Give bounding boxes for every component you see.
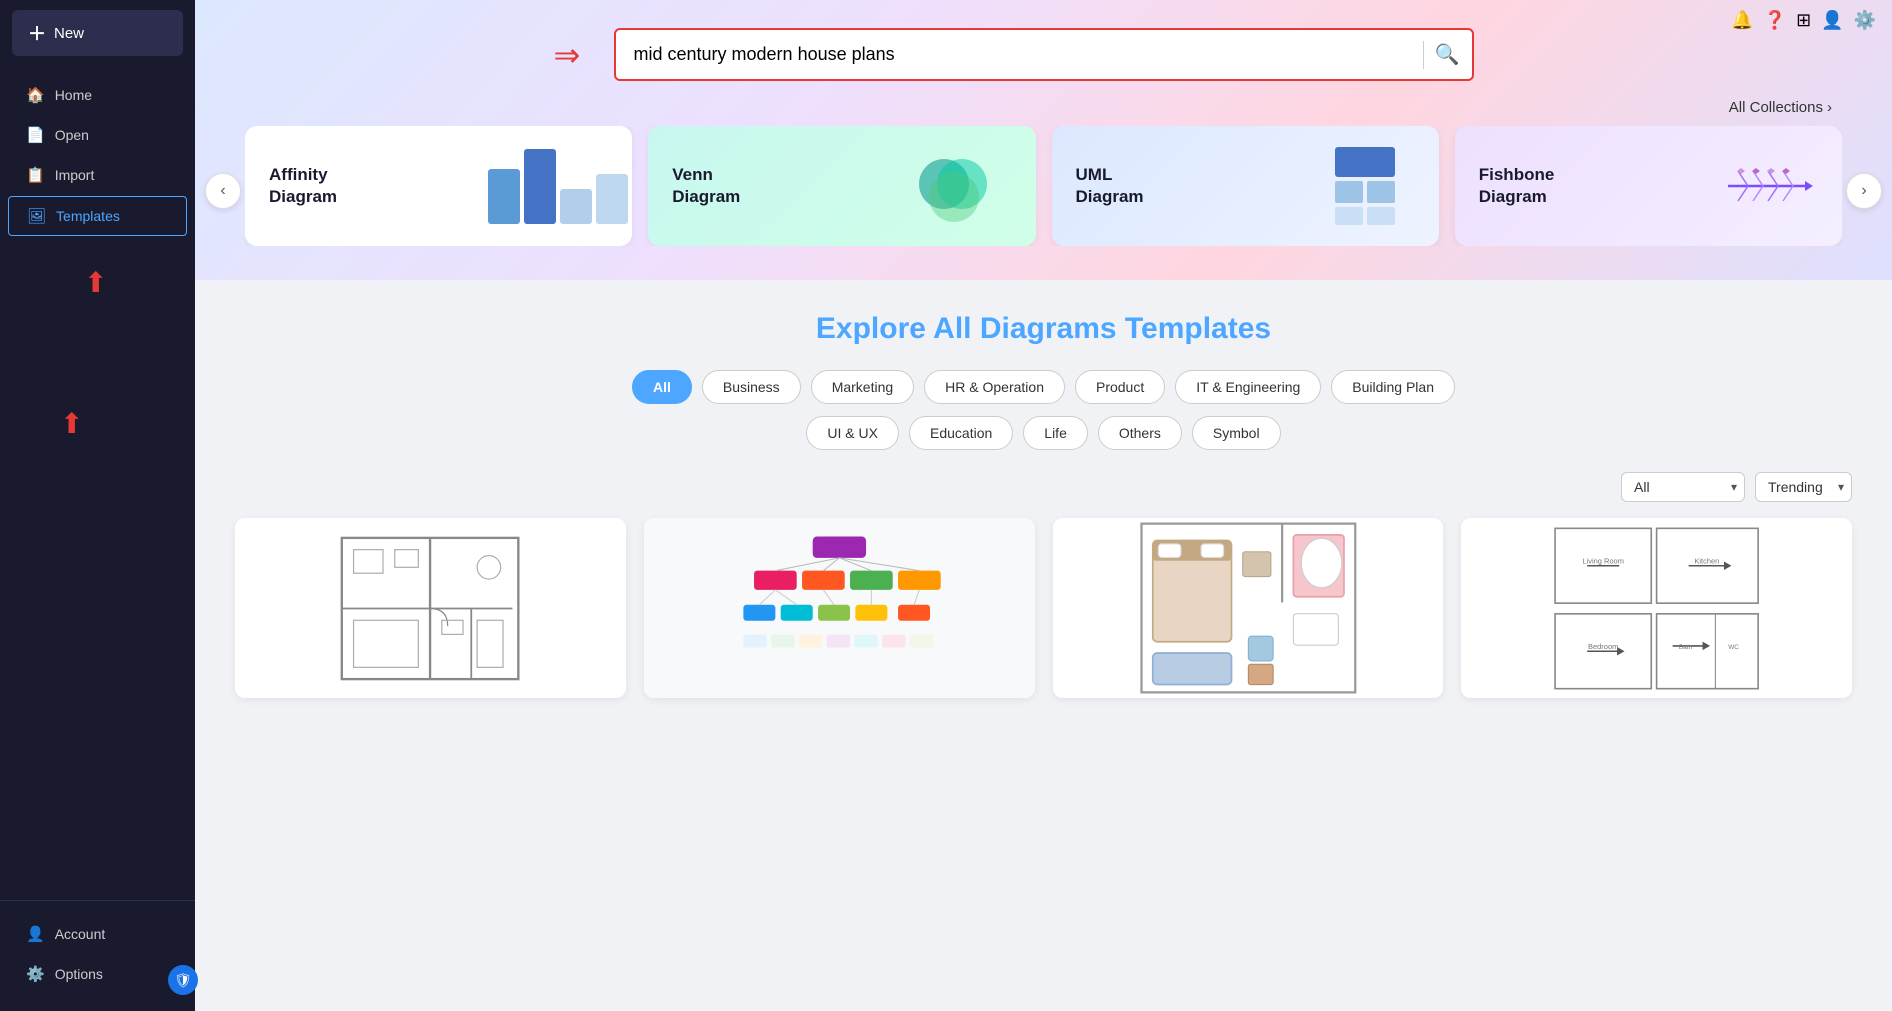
filter-building[interactable]: Building Plan [1331, 370, 1455, 404]
svg-text:Kitchen: Kitchen [1694, 556, 1719, 565]
template-thumb-4-inner: Living Room Kitchen Bedroom Bath WC [1461, 518, 1852, 698]
all-collections-link[interactable]: All Collections › [1729, 99, 1832, 116]
explore-section: Explore All Diagrams Templates All Busin… [195, 280, 1892, 718]
options-icon: ⚙️ [26, 965, 45, 983]
account-icon: 👤 [26, 925, 45, 943]
home-icon: 🏠 [26, 86, 45, 104]
sidebar-home-label: Home [55, 87, 92, 103]
new-button[interactable]: ＋ New [12, 10, 183, 56]
main-content: 🔔 ❓ ⊞ 👤 ⚙️ ⇒ 🔍 All Collections › ‹ [195, 0, 1892, 1011]
carousel-prev-button[interactable]: ‹ [205, 173, 241, 209]
filter-others[interactable]: Others [1098, 416, 1182, 450]
filter-row-1: All Business Marketing HR & Operation Pr… [235, 370, 1852, 404]
sidebar-templates-label: Templates [56, 208, 120, 224]
filter-life[interactable]: Life [1023, 416, 1088, 450]
venn-image [912, 146, 1012, 226]
affinity-image [508, 146, 608, 226]
svg-text:Bath: Bath [1679, 644, 1693, 651]
explore-title-plain: Explore [816, 312, 933, 345]
new-label: New [54, 25, 84, 42]
carousel-next-button[interactable]: › [1846, 173, 1882, 209]
venn-label: VennDiagram [672, 164, 740, 208]
template-card-uml[interactable]: UMLDiagram [1052, 126, 1439, 246]
sidebar-options-label: Options [55, 966, 103, 982]
filter-symbol[interactable]: Symbol [1192, 416, 1281, 450]
sidebar-item-home[interactable]: 🏠 Home [8, 76, 187, 114]
user-icon[interactable]: 👤 [1821, 10, 1843, 31]
svg-text:Living Room: Living Room [1582, 556, 1624, 565]
template-cards-scroll: AffinityDiagram VennDiagram [245, 126, 1842, 246]
sort-order-select[interactable]: Trending Newest Popular [1755, 472, 1852, 502]
sidebar-bottom: 👤 Account ⚙️ Options [0, 900, 195, 1011]
search-divider [1423, 41, 1424, 69]
open-icon: 📄 [26, 126, 45, 144]
template-thumb-2-inner [644, 518, 1035, 698]
template-card-affinity[interactable]: AffinityDiagram [245, 126, 632, 246]
sidebar-open-label: Open [55, 127, 89, 143]
help-icon[interactable]: ❓ [1764, 10, 1786, 31]
fishbone-image [1718, 146, 1818, 226]
sidebar-nav: 🏠 Home 📄 Open 📋 Import 🖼 Templates [0, 66, 195, 900]
search-arrow: ⇒ [554, 36, 581, 74]
template-thumb-2[interactable] [644, 518, 1035, 698]
shield-badge: 🛡 [168, 965, 198, 995]
filter-all[interactable]: All [632, 370, 692, 404]
settings-icon[interactable]: ⚙️ [1854, 10, 1876, 31]
filter-hr[interactable]: HR & Operation [924, 370, 1065, 404]
template-thumb-4[interactable]: Living Room Kitchen Bedroom Bath WC [1461, 518, 1852, 698]
sidebar-item-account[interactable]: 👤 Account [8, 915, 187, 953]
svg-text:WC: WC [1728, 644, 1739, 651]
chevron-right-icon: › [1827, 99, 1832, 116]
sidebar-item-templates[interactable]: 🖼 Templates [8, 196, 187, 236]
filter-it[interactable]: IT & Engineering [1175, 370, 1321, 404]
template-card-venn[interactable]: VennDiagram [648, 126, 1035, 246]
sidebar: ＋ New 🏠 Home 📄 Open 📋 Import 🖼 Templates… [0, 0, 195, 1011]
filter-uiux[interactable]: UI & UX [806, 416, 899, 450]
template-grid: Living Room Kitchen Bedroom Bath WC [235, 518, 1852, 698]
sidebar-item-options[interactable]: ⚙️ Options [8, 955, 187, 993]
uml-label: UMLDiagram [1076, 164, 1144, 208]
top-bar: 🔔 ❓ ⊞ 👤 ⚙️ [1731, 10, 1876, 31]
explore-title: Explore All Diagrams Templates [235, 312, 1852, 346]
grid-icon[interactable]: ⊞ [1796, 10, 1811, 31]
sort-row: All Business Building Plan Trending Newe… [235, 462, 1852, 518]
search-button[interactable]: 🔍 [1435, 42, 1460, 67]
filter-product[interactable]: Product [1075, 370, 1165, 404]
notification-icon[interactable]: 🔔 [1731, 10, 1753, 31]
affinity-label: AffinityDiagram [269, 164, 337, 208]
sidebar-item-import[interactable]: 📋 Import [8, 156, 187, 194]
template-thumb-3[interactable] [1053, 518, 1444, 698]
import-icon: 📋 [26, 166, 45, 184]
template-thumb-1[interactable] [235, 518, 626, 698]
uml-image [1315, 146, 1415, 226]
sort-order-wrapper: Trending Newest Popular [1755, 472, 1852, 502]
sidebar-item-open[interactable]: 📄 Open [8, 116, 187, 154]
template-card-fishbone[interactable]: FishboneDiagram [1455, 126, 1842, 246]
all-collections-label: All Collections [1729, 99, 1823, 116]
plus-icon: ＋ [28, 20, 46, 46]
filter-business[interactable]: Business [702, 370, 801, 404]
filter-row-2: UI & UX Education Life Others Symbol [235, 416, 1852, 450]
template-thumb-3-inner [1053, 518, 1444, 698]
sidebar-account-label: Account [55, 926, 106, 942]
template-thumb-1-inner [235, 518, 626, 698]
search-input[interactable] [614, 28, 1474, 81]
fishbone-label: FishboneDiagram [1479, 164, 1555, 208]
filter-education[interactable]: Education [909, 416, 1013, 450]
filter-marketing[interactable]: Marketing [811, 370, 914, 404]
templates-icon: 🖼 [27, 207, 46, 225]
explore-title-highlight: All Diagrams Templates [933, 312, 1271, 345]
sidebar-import-label: Import [55, 167, 95, 183]
svg-text:Bedroom: Bedroom [1588, 642, 1618, 651]
sort-all-wrapper: All Business Building Plan [1621, 472, 1745, 502]
sort-all-select[interactable]: All Business Building Plan [1621, 472, 1745, 502]
